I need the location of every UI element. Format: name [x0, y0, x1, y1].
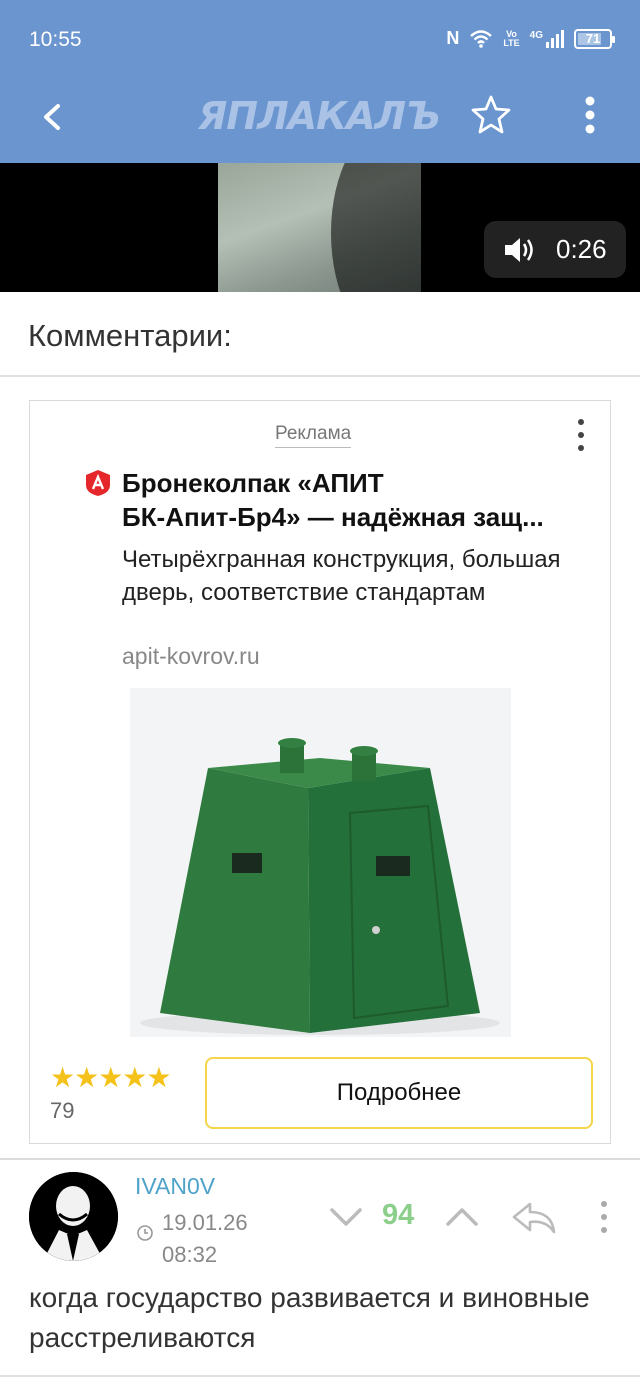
wifi-icon — [470, 29, 493, 48]
divider — [0, 1158, 640, 1160]
avatar-image — [29, 1172, 118, 1261]
chevron-up-icon[interactable] — [444, 1200, 480, 1232]
ad-title[interactable]: Бронеколпак «АПИТ БК-Апит-Бр4» — надёжна… — [122, 466, 600, 534]
back-arrow-icon[interactable] — [28, 92, 78, 142]
comment-date-time: 08:32 — [162, 1242, 218, 1267]
navigation-bar: ЯПЛАКАЛЪ — [0, 80, 640, 163]
more-vertical-icon[interactable] — [572, 92, 608, 138]
app-header: 10:55 N Vo LTE 4G 71 ЯПЛАКАЛЪ — [0, 0, 640, 163]
ad-description: Четырёхгранная конструкция, большая двер… — [122, 546, 561, 606]
ad-label: Реклама — [275, 423, 352, 448]
ad-product-image[interactable] — [130, 688, 511, 1037]
clock-icon — [137, 1225, 153, 1241]
status-icons: N Vo LTE 4G 71 — [446, 28, 615, 49]
lte-label: LTE — [503, 37, 520, 48]
speaker-icon[interactable] — [502, 235, 536, 265]
ad-rating: ★★★★★ 79 — [50, 1061, 172, 1124]
more-vertical-icon[interactable] — [594, 1196, 614, 1238]
nfc-icon: N — [446, 28, 460, 48]
comments-title: Комментарии: — [28, 318, 232, 353]
status-time: 10:55 — [29, 28, 82, 51]
star-icon[interactable] — [468, 92, 514, 138]
reply-icon[interactable] — [510, 1198, 558, 1236]
comment-score: 94 — [382, 1199, 415, 1231]
divider — [0, 1375, 640, 1377]
advertiser-logo-icon — [86, 470, 110, 496]
video-frame — [218, 163, 451, 292]
volte-icon: Vo LTE — [503, 29, 520, 48]
rating-count: 79 — [50, 1098, 75, 1123]
comment-date-day: 19.01.26 — [162, 1210, 248, 1235]
signal-icon: 4G — [529, 29, 564, 48]
avatar[interactable] — [29, 1172, 118, 1261]
comment-date: 19.01.26 08:32 — [162, 1207, 248, 1271]
ad-title-line-2: БК-Апит-Бр4» — надёжная защ... — [122, 502, 544, 532]
comment-username[interactable]: IVAN0V — [135, 1173, 215, 1200]
battery-level: 71 — [585, 30, 601, 46]
video-player[interactable]: 0:26 — [0, 163, 640, 292]
ad-card[interactable]: Реклама Бронеколпак «АПИТ БК-Апит-Бр4» —… — [29, 400, 611, 1144]
video-duration: 0:26 — [556, 234, 607, 264]
battery-icon: 71 — [574, 28, 615, 49]
network-4g-label: 4G — [529, 29, 543, 41]
status-bar: 10:55 N Vo LTE 4G 71 — [0, 0, 640, 80]
more-vertical-icon[interactable] — [570, 415, 592, 455]
ad-title-line-1: Бронеколпак «АПИТ — [122, 468, 384, 498]
rating-stars: ★★★★★ — [50, 1062, 172, 1093]
ad-url[interactable]: apit-kovrov.ru — [122, 643, 260, 670]
chevron-down-icon[interactable] — [328, 1200, 364, 1232]
comment-text: когда государство развивается и виновные… — [29, 1282, 590, 1353]
video-duration-pill[interactable]: 0:26 — [484, 221, 626, 278]
divider — [0, 375, 640, 377]
ad-details-button[interactable]: Подробнее — [205, 1057, 593, 1129]
site-logo[interactable]: ЯПЛАКАЛЪ — [198, 94, 441, 138]
